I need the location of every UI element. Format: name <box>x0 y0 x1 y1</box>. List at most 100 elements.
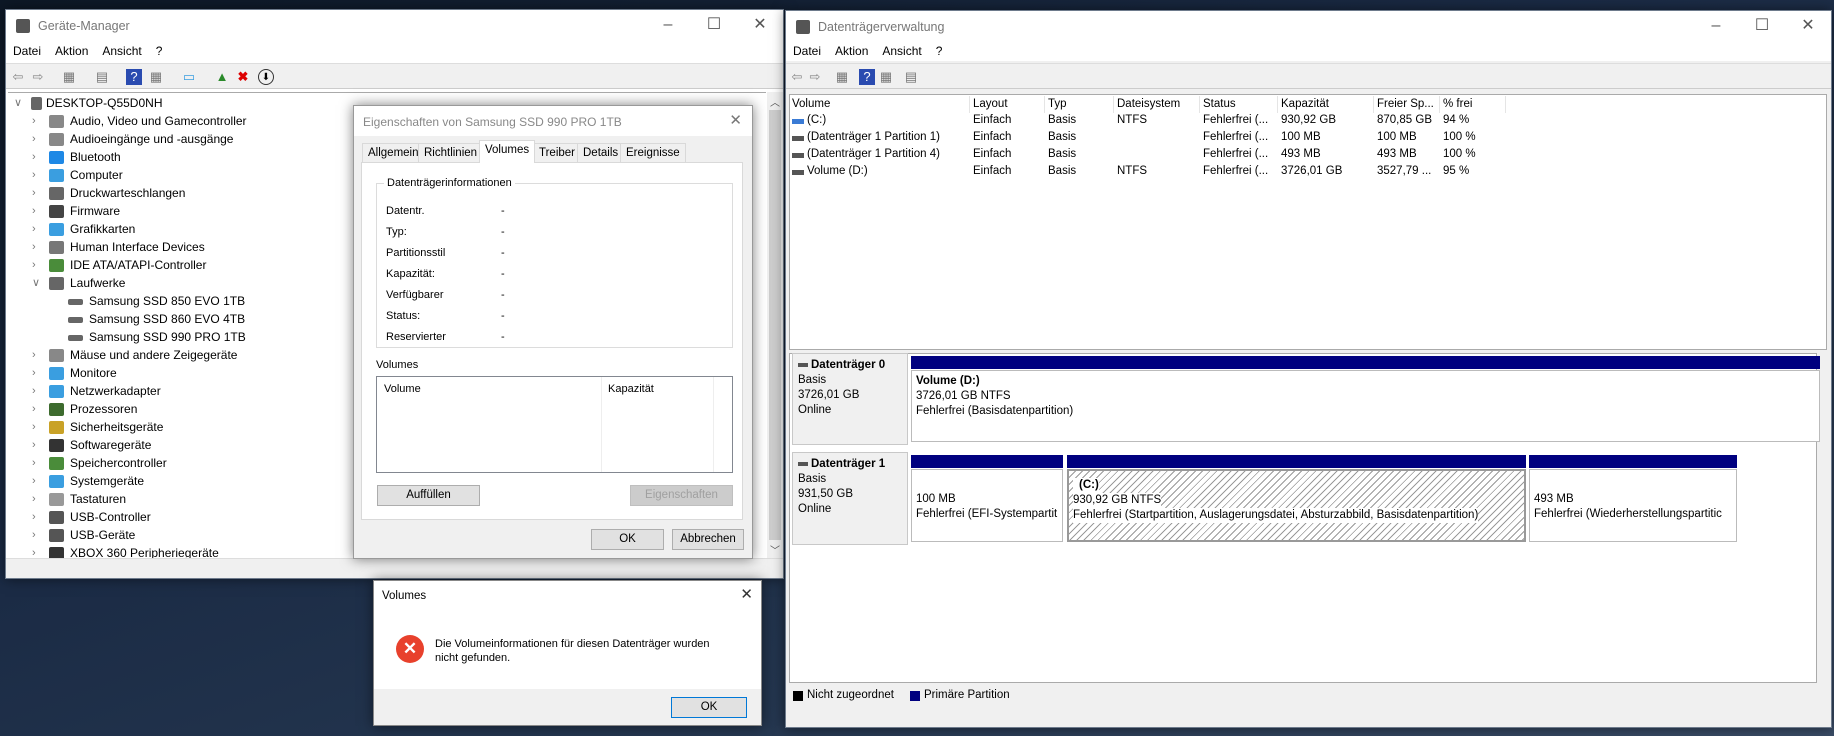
chevron-right-icon[interactable]: › <box>32 382 42 400</box>
scrollbar-thumb[interactable] <box>769 110 781 540</box>
back-icon[interactable]: ⇦ <box>10 69 26 85</box>
volume-cell[interactable]: Fehlerfrei (... <box>1203 165 1279 177</box>
tab-allgemein[interactable]: Allgemein <box>362 143 425 163</box>
chevron-right-icon[interactable]: › <box>32 364 42 382</box>
column-volume[interactable]: Volume <box>384 383 421 395</box>
show-hide-tree-icon[interactable]: ▦ <box>61 69 77 85</box>
partition-box[interactable]: (C:) 930,92 GB NTFS Fehlerfrei (Startparti… <box>1067 469 1526 542</box>
partition-box[interactable]: Volume (D:) 3726,01 GB NTFS Fehlerfrei (Ba… <box>911 370 1820 442</box>
column-header[interactable]: Status <box>1200 96 1278 113</box>
minimize-button[interactable]: – <box>645 10 691 40</box>
column-header[interactable]: Volume <box>789 96 970 113</box>
dmw-back-icon[interactable]: ⇦ <box>789 69 805 85</box>
chevron-right-icon[interactable]: › <box>32 166 42 184</box>
column-header[interactable]: Layout <box>970 96 1045 113</box>
volume-cell[interactable]: Volume (D:) <box>807 165 971 177</box>
volume-cell[interactable]: 930,92 GB <box>1281 114 1375 126</box>
tab-ereignisse[interactable]: Ereignisse <box>620 143 686 163</box>
volume-cell[interactable]: 100 MB <box>1377 131 1441 143</box>
column-header[interactable]: Freier Sp... <box>1374 96 1440 113</box>
properties-icon[interactable]: ▤ <box>94 69 110 85</box>
dmw-menu-help[interactable]: ? <box>929 41 950 61</box>
chevron-right-icon[interactable]: › <box>32 418 42 436</box>
cancel-button[interactable]: Abbrechen <box>672 529 744 550</box>
disk-label-box[interactable]: Datenträger 1 Basis 931,50 GB Online <box>792 452 908 545</box>
volume-cell[interactable]: Einfach <box>973 165 1046 177</box>
column-header[interactable]: Typ <box>1045 96 1114 113</box>
volume-cell[interactable]: 870,85 GB <box>1377 114 1441 126</box>
forward-icon[interactable]: ⇨ <box>30 69 46 85</box>
tab-treiber[interactable]: Treiber <box>533 143 581 163</box>
chevron-right-icon[interactable]: › <box>32 472 42 490</box>
volume-cell[interactable]: Fehlerfrei (... <box>1203 114 1279 126</box>
chevron-right-icon[interactable]: › <box>32 256 42 274</box>
volume-cell[interactable]: 493 MB <box>1281 148 1375 160</box>
volume-cell[interactable]: (Datenträger 1 Partition 4) <box>807 148 971 160</box>
volume-cell[interactable]: 3726,01 GB <box>1281 165 1375 177</box>
help-icon[interactable]: ? <box>126 69 142 85</box>
chevron-right-icon[interactable]: › <box>32 148 42 166</box>
chevron-down-icon[interactable]: ∨ <box>32 274 42 292</box>
populate-button[interactable]: Auffüllen <box>377 485 480 506</box>
column-header[interactable]: % frei <box>1440 96 1506 113</box>
menu-ansicht[interactable]: Ansicht <box>95 41 148 61</box>
volume-cell[interactable]: NTFS <box>1117 165 1201 177</box>
dmw-maximize-button[interactable]: ☐ <box>1739 11 1785 41</box>
vertical-scrollbar[interactable]: ︿ ﹀ <box>767 92 783 559</box>
volume-cell[interactable]: 95 % <box>1443 165 1507 177</box>
dmw-menu-aktion[interactable]: Aktion <box>828 41 875 61</box>
chevron-right-icon[interactable]: › <box>32 508 42 526</box>
volume-cell[interactable]: Fehlerfrei (... <box>1203 131 1279 143</box>
volumes-list[interactable]: Volume Kapazität <box>376 376 733 473</box>
volume-cell[interactable]: Fehlerfrei (... <box>1203 148 1279 160</box>
close-button[interactable]: ✕ <box>737 10 783 40</box>
chevron-right-icon[interactable]: › <box>32 526 42 544</box>
chevron-right-icon[interactable]: › <box>32 184 42 202</box>
disable-device-icon[interactable]: ⬇ <box>258 69 274 85</box>
dmw-action-pane-icon[interactable]: ▦ <box>878 69 894 85</box>
dmw-menu-ansicht[interactable]: Ansicht <box>875 41 928 61</box>
partition-box[interactable]: 493 MB Fehlerfrei (Wiederherstellungspart… <box>1529 469 1737 542</box>
menu-aktion[interactable]: Aktion <box>48 41 95 61</box>
volume-cell[interactable]: Basis <box>1048 165 1115 177</box>
partition-box[interactable]: 100 MB Fehlerfrei (EFI-Systempartit <box>911 469 1063 542</box>
volume-cell[interactable]: Basis <box>1048 114 1115 126</box>
dialog-close-button[interactable]: ✕ <box>729 111 742 129</box>
volume-cell[interactable]: 100 MB <box>1281 131 1375 143</box>
column-kapazitaet[interactable]: Kapazität <box>608 383 654 395</box>
action-pane-icon[interactable]: ▦ <box>148 69 164 85</box>
chevron-right-icon[interactable]: › <box>32 490 42 508</box>
properties-button[interactable]: Eigenschaften <box>630 485 733 506</box>
chevron-right-icon[interactable]: › <box>32 454 42 472</box>
volume-cell[interactable]: Basis <box>1048 148 1115 160</box>
dmw-close-button[interactable]: ✕ <box>1785 11 1831 41</box>
tab-richtlinien[interactable]: Richtlinien <box>418 143 484 163</box>
chevron-right-icon[interactable]: › <box>32 202 42 220</box>
uninstall-icon[interactable]: ✖ <box>235 69 251 85</box>
column-header[interactable]: Kapazität <box>1278 96 1374 113</box>
chevron-right-icon[interactable]: › <box>32 112 42 130</box>
tab-volumes[interactable]: Volumes <box>479 140 536 163</box>
tab-details[interactable]: Details <box>577 143 625 163</box>
scroll-down-icon[interactable]: ﹀ <box>770 542 780 557</box>
dmw-help-icon[interactable]: ? <box>859 69 875 85</box>
volume-cell[interactable]: 94 % <box>1443 114 1507 126</box>
dmw-tree-icon[interactable]: ▦ <box>834 69 850 85</box>
chevron-down-icon[interactable]: ∨ <box>14 94 24 112</box>
volume-cell[interactable]: Einfach <box>973 131 1046 143</box>
volume-cell[interactable]: 100 % <box>1443 131 1507 143</box>
volume-cell[interactable]: Einfach <box>973 114 1046 126</box>
scroll-up-icon[interactable]: ︿ <box>770 94 780 109</box>
menu-datei[interactable]: Datei <box>6 41 48 61</box>
chevron-right-icon[interactable]: › <box>32 400 42 418</box>
volume-cell[interactable]: 3527,79 ... <box>1377 165 1441 177</box>
volume-cell[interactable]: 493 MB <box>1377 148 1441 160</box>
update-driver-icon[interactable]: ▲ <box>214 69 230 85</box>
disk-label-box[interactable]: Datenträger 0 Basis 3726,01 GB Online <box>792 353 908 445</box>
message-close-button[interactable]: ✕ <box>740 585 753 603</box>
dmw-minimize-button[interactable]: – <box>1693 11 1739 41</box>
message-ok-button[interactable]: OK <box>671 697 747 718</box>
chevron-right-icon[interactable]: › <box>32 130 42 148</box>
ok-button[interactable]: OK <box>591 529 664 550</box>
maximize-button[interactable]: ☐ <box>691 10 737 40</box>
